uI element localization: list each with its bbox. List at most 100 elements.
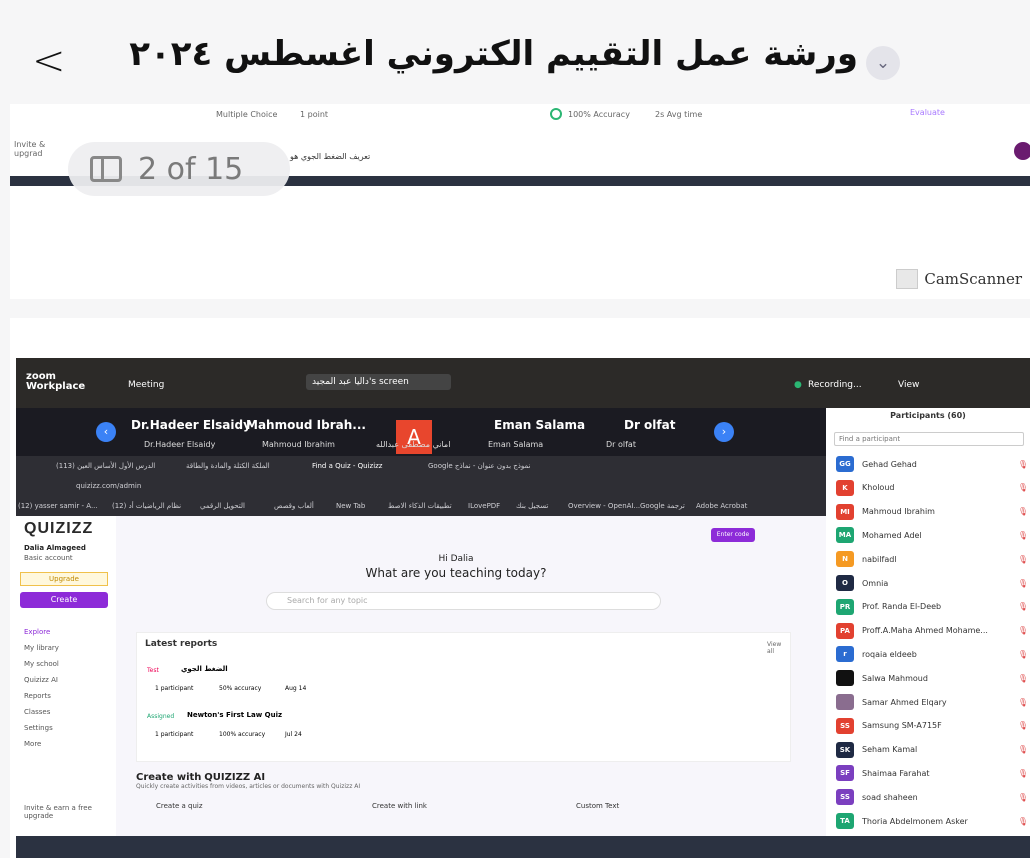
greeting: Hi Dalia (438, 554, 474, 564)
nav-my-school[interactable]: My school (24, 660, 59, 668)
avg-time-label: 2s Avg time (655, 110, 703, 119)
nav-more[interactable]: More (24, 740, 41, 748)
create-with-label: Create with (136, 772, 202, 783)
zoom-meeting-menu[interactable]: Meeting (128, 380, 164, 390)
participant-row[interactable]: GG Gehad Gehad 🎙 (836, 452, 1030, 476)
next-page-button[interactable]: › (714, 422, 734, 442)
gallery-sub-2: Mahmoud Ibrahim (262, 440, 335, 449)
gallery-sub-4: Eman Salama (488, 440, 544, 449)
participant-name: Proff.A.Maha Ahmed Mohame... (862, 626, 988, 636)
help-icon[interactable] (1014, 142, 1030, 160)
url-bar[interactable]: quizizz.com/admin (76, 482, 141, 490)
browser-tab-4[interactable]: Google نموذج بدون عنوان - نماذج (428, 462, 531, 470)
muted-mic-icon: 🎙 (1017, 507, 1028, 517)
participant-row[interactable]: PA Proff.A.Maha Ahmed Mohame... 🎙 (836, 619, 1030, 643)
question-text: تعريف الضغط الجوي هو (290, 152, 371, 161)
nav-reports[interactable]: Reports (24, 692, 51, 700)
gallery-name-2: Mahmoud Ibrah... (246, 418, 366, 432)
browser-tab-3[interactable]: Find a Quiz - Quizizz (312, 462, 382, 470)
bookmark-11[interactable]: Adobe Acrobat (696, 502, 747, 510)
bookmark-5[interactable]: New Tab (336, 502, 365, 510)
report-title-1[interactable]: الضغط الجوي (181, 665, 228, 673)
participant-name: Kholoud (862, 483, 895, 493)
browser-chrome: الدرس الأول الأساس العين (113) الملكة ال… (16, 456, 826, 516)
bookmark-6[interactable]: تطبيقات الذكاء الاصط (388, 502, 452, 510)
accuracy-label: 100% Accuracy (568, 110, 630, 119)
participants-panel: Participants (60) Find a participant GG G… (826, 408, 1030, 836)
participant-row[interactable]: SK Seham Kamal 🎙 (836, 738, 1030, 762)
topic-search-input[interactable]: Search for any topic (266, 592, 661, 610)
expand-title-button[interactable]: ⌄ (866, 46, 900, 80)
participant-row[interactable]: SS Samsung SM-A715F 🎙 (836, 714, 1030, 738)
create-quiz-option[interactable]: Create a quiz (156, 802, 203, 810)
participant-row[interactable]: SF Shaimaa Farahat 🎙 (836, 761, 1030, 785)
report-title-2[interactable]: Newton's First Law Quiz (187, 711, 282, 719)
back-button[interactable]: < (32, 38, 66, 84)
quizizz-logo: QUIZIZZ (24, 520, 94, 537)
participant-name: Thoria Abdelmonem Asker (862, 816, 968, 826)
bookmark-2[interactable]: (12) نظام الرياضيات أد (112, 502, 181, 510)
nav-classes[interactable]: Classes (24, 708, 50, 716)
participant-row[interactable]: TA Thoria Abdelmonem Asker 🎙 (836, 809, 1030, 833)
browser-tab-2[interactable]: الملكة الكتلة والمادة والطاقة (186, 462, 270, 470)
bookmark-8[interactable]: تسجيل بنك (516, 502, 548, 510)
participant-row[interactable]: Salwa Mahmoud 🎙 (836, 666, 1030, 690)
participants-title: Participants (60) (890, 411, 966, 420)
participant-avatar: TA (836, 813, 854, 829)
report-tag-1: Test (147, 667, 159, 674)
participant-row[interactable]: O Omnia 🎙 (836, 571, 1030, 595)
prev-page-button[interactable]: ‹ (96, 422, 116, 442)
participant-name: Gehad Gehad (862, 459, 917, 469)
participant-row[interactable]: SS soad shaheen 🎙 (836, 785, 1030, 809)
participant-avatar: K (836, 479, 854, 496)
nav-quizizz-ai[interactable]: Quizizz AI (24, 676, 58, 684)
bookmark-1[interactable]: (12) yasser samir - A... (18, 502, 98, 510)
invite-link[interactable]: Invite & earn a free upgrade (24, 804, 110, 820)
participant-row[interactable]: MI Mahmoud Ibrahim 🎙 (836, 500, 1030, 524)
muted-mic-icon: 🎙 (1017, 721, 1028, 731)
bookmark-9[interactable]: Overview - OpenAI... (568, 502, 640, 510)
chevron-right-icon: › (721, 425, 727, 438)
participant-name: Prof. Randa El-Deeb (862, 602, 942, 612)
enter-code-button[interactable]: Enter code (711, 528, 755, 542)
multiple-choice-label: Multiple Choice (216, 110, 278, 119)
taskbar (16, 836, 1030, 858)
create-button[interactable]: Create (20, 592, 108, 608)
bookmark-10[interactable]: Google ترجمة (640, 502, 685, 510)
muted-mic-icon: 🎙 (1017, 768, 1028, 778)
bookmark-7[interactable]: ILovePDF (468, 502, 500, 510)
browser-tab-1[interactable]: الدرس الأول الأساس العين (113) (56, 462, 155, 470)
muted-mic-icon: 🎙 (1017, 697, 1028, 707)
find-participant-input[interactable]: Find a participant (834, 432, 1024, 446)
participant-avatar: GG (836, 456, 854, 472)
participant-avatar: N (836, 551, 854, 568)
view-all-link[interactable]: View all (767, 641, 790, 655)
nav-explore[interactable]: Explore (24, 628, 50, 636)
bookmark-3[interactable]: التحويل الرقمي (200, 502, 245, 510)
bookmark-4[interactable]: ألعاب وقصص (274, 502, 314, 510)
participant-name: Mohamed Adel (862, 530, 922, 540)
nav-settings[interactable]: Settings (24, 724, 53, 732)
participant-row[interactable]: K Kholoud 🎙 (836, 476, 1030, 500)
chevron-left-icon: ‹ (103, 425, 109, 438)
view-button[interactable]: View (898, 380, 919, 390)
upgrade-button[interactable]: Upgrade (20, 572, 108, 586)
participant-row[interactable]: PR Prof. Randa El-Deeb 🎙 (836, 595, 1030, 619)
create-link-option[interactable]: Create with link (372, 802, 427, 810)
zoom-screen-label[interactable]: داليا عبد المجيد's screen (306, 374, 451, 390)
participant-row[interactable]: Samar Ahmed Elqary 🎙 (836, 690, 1030, 714)
participant-row[interactable]: Nnabilfadl 🎙 (836, 547, 1030, 571)
document-title: ورشة عمل التقييم الكتروني اغسطس ٢٠٢٤ (129, 34, 858, 74)
user-name: Dalia Almageed (24, 544, 86, 552)
report-tag-2: Assigned (147, 713, 175, 720)
nav-my-library[interactable]: My library (24, 644, 59, 652)
invite-label: Invite & upgrad (14, 140, 46, 158)
recording-indicator[interactable]: Recording... (808, 380, 862, 390)
page-counter[interactable]: 2 of 15 (68, 142, 290, 196)
custom-text-option[interactable]: Custom Text (576, 802, 619, 810)
latest-reports-card: Latest reports View all Test الضغط الجوي… (136, 632, 791, 762)
participant-row[interactable]: MA Mohamed Adel 🎙 (836, 523, 1030, 547)
evaluate-button[interactable]: Evaluate (910, 108, 945, 117)
create-with-heading: Create with QUIZIZZ AI Quickly create ac… (136, 772, 360, 790)
participant-row[interactable]: r roqaia eldeeb 🎙 (836, 642, 1030, 666)
